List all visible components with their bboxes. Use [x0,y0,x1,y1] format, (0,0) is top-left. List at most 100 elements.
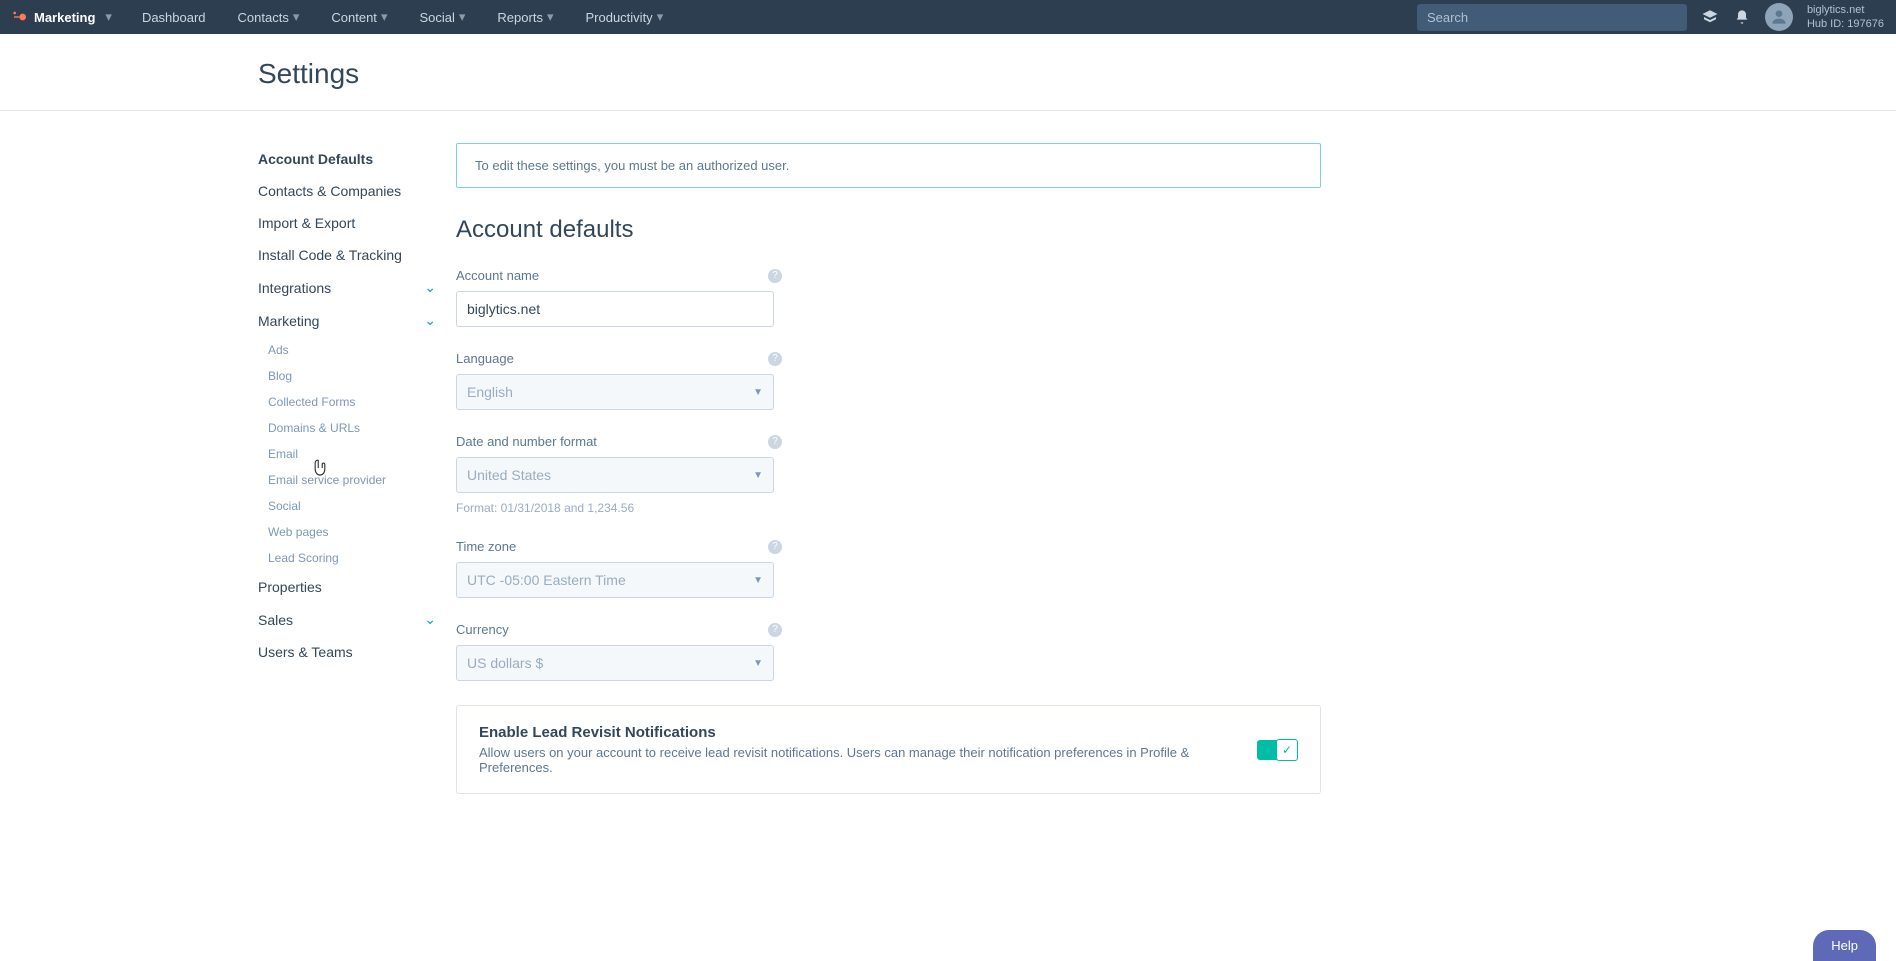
section-title: Account defaults [456,216,1321,244]
notifications-icon[interactable] [1733,8,1751,26]
sidebar-subitem-lead-scoring[interactable]: Lead Scoring [258,545,436,571]
field-timezone: Time zone ? UTC -05:00 Eastern Time ▼ [456,539,1321,598]
sidebar-item-contacts-companies[interactable]: Contacts & Companies [258,175,436,207]
select-value: US dollars $ [467,655,543,671]
settings-sidebar: Account Defaults Contacts & Companies Im… [258,143,436,794]
card-description: Allow users on your account to receive l… [479,745,1257,775]
chevron-down-icon: ⌄ [424,279,436,296]
select-value: English [467,384,513,400]
sidebar-label: Contacts & Companies [258,183,401,199]
nav-content[interactable]: Content ▾ [317,0,401,34]
hubspot-logo-icon [12,9,28,25]
caret-down-icon: ▼ [753,575,763,586]
caret-down-icon: ▼ [753,387,763,398]
field-label: Currency [456,622,509,637]
sidebar-item-marketing[interactable]: Marketing⌄ [258,304,436,337]
sidebar-label: Import & Export [258,215,355,231]
helper-text: Format: 01/31/2018 and 1,234.56 [456,501,1321,515]
info-banner: To edit these settings, you must be an a… [456,143,1321,188]
help-icon[interactable]: ? [768,435,782,449]
topnav: Marketing ▾ Dashboard Contacts ▾ Content ▾… [0,0,1896,34]
chevron-down-icon: ▾ [381,9,388,25]
sidebar-label: Users & Teams [258,644,353,660]
sidebar-subitem-ads[interactable]: Ads [258,337,436,363]
sidebar-subitem-email-service-provider[interactable]: Email service provider [258,467,436,493]
help-button[interactable]: Help [1813,930,1876,961]
field-language: Language ? English ▼ [456,351,1321,410]
sidebar-subitem-blog[interactable]: Blog [258,363,436,389]
nav-dashboard[interactable]: Dashboard [128,0,220,34]
sidebar-item-users-teams[interactable]: Users & Teams [258,636,436,668]
search-input[interactable] [1417,4,1687,31]
sidebar-item-integrations[interactable]: Integrations⌄ [258,271,436,304]
nav-label: Reports [497,10,543,25]
lead-revisit-toggle[interactable]: ✓ [1257,740,1298,760]
chevron-down-icon: ⌄ [424,611,436,628]
field-label: Time zone [456,539,516,554]
chevron-down-icon: ▾ [547,9,554,25]
field-account-name: Account name ? [456,268,1321,327]
select-value: United States [467,467,551,483]
topnav-left: Marketing ▾ Dashboard Contacts ▾ Content ▾… [12,0,677,34]
field-label: Account name [456,268,539,283]
sidebar-label: Account Defaults [258,151,373,167]
field-label: Date and number format [456,434,597,449]
main-panel: To edit these settings, you must be an a… [456,143,1321,794]
content: Account Defaults Contacts & Companies Im… [0,111,1896,794]
date-format-select[interactable]: United States ▼ [456,457,774,493]
chevron-down-icon: ▾ [105,9,112,25]
timezone-select[interactable]: UTC -05:00 Eastern Time ▼ [456,562,774,598]
academy-icon[interactable] [1701,8,1719,26]
sidebar-label: Install Code & Tracking [258,247,402,263]
help-icon[interactable]: ? [768,623,782,637]
hub-id: Hub ID: 197676 [1807,17,1884,31]
caret-down-icon: ▼ [753,470,763,481]
field-label: Language [456,351,514,366]
currency-select[interactable]: US dollars $ ▼ [456,645,774,681]
account-info[interactable]: biglytics.net Hub ID: 197676 [1807,3,1884,32]
sidebar-subitem-email[interactable]: Email [258,441,436,467]
nav-social[interactable]: Social ▾ [405,0,479,34]
toggle-knob: ✓ [1276,739,1298,761]
field-currency: Currency ? US dollars $ ▼ [456,622,1321,681]
account-name-input[interactable] [456,291,774,327]
nav-contacts[interactable]: Contacts ▾ [224,0,314,34]
sidebar-subitem-domains-urls[interactable]: Domains & URLs [258,415,436,441]
page-title: Settings [258,58,1896,90]
nav-label: Contacts [238,10,289,25]
brand-label: Marketing [34,10,95,25]
brand-menu[interactable]: Marketing ▾ [12,9,112,25]
chevron-down-icon: ▾ [657,9,664,25]
account-name: biglytics.net [1807,3,1884,17]
nav-label: Productivity [585,10,652,25]
sidebar-item-sales[interactable]: Sales ⌄ [258,603,436,636]
nav-reports[interactable]: Reports ▾ [483,0,567,34]
sidebar-label: Sales [258,612,293,628]
sidebar-subitem-web-pages[interactable]: Web pages [258,519,436,545]
chevron-down-icon: ▾ [293,9,300,25]
sidebar-subitem-collected-forms[interactable]: Collected Forms [258,389,436,415]
chevron-down-icon: ▾ [459,9,466,25]
sidebar-item-import-export[interactable]: Import & Export [258,207,436,239]
language-select[interactable]: English ▼ [456,374,774,410]
avatar[interactable] [1765,3,1793,31]
sidebar-item-properties[interactable]: Properties [258,571,436,603]
help-icon[interactable]: ? [768,352,782,366]
caret-down-icon: ▼ [753,658,763,669]
sidebar-subitem-social[interactable]: Social [258,493,436,519]
sidebar-item-install-code[interactable]: Install Code & Tracking [258,239,436,271]
card-title: Enable Lead Revisit Notifications [479,724,1257,741]
nav-productivity[interactable]: Productivity ▾ [571,0,677,34]
help-icon[interactable]: ? [768,540,782,554]
nav-label: Content [331,10,377,25]
nav-label: Social [419,10,454,25]
sidebar-item-account-defaults[interactable]: Account Defaults [258,143,436,175]
nav-label: Dashboard [142,10,206,25]
page-header: Settings [0,34,1896,111]
field-date-format: Date and number format ? United States ▼… [456,434,1321,515]
chevron-down-icon: ⌄ [424,312,436,329]
sidebar-label: Properties [258,579,322,595]
help-icon[interactable]: ? [768,269,782,283]
select-value: UTC -05:00 Eastern Time [467,572,626,588]
topnav-right: biglytics.net Hub ID: 197676 [1417,3,1884,32]
